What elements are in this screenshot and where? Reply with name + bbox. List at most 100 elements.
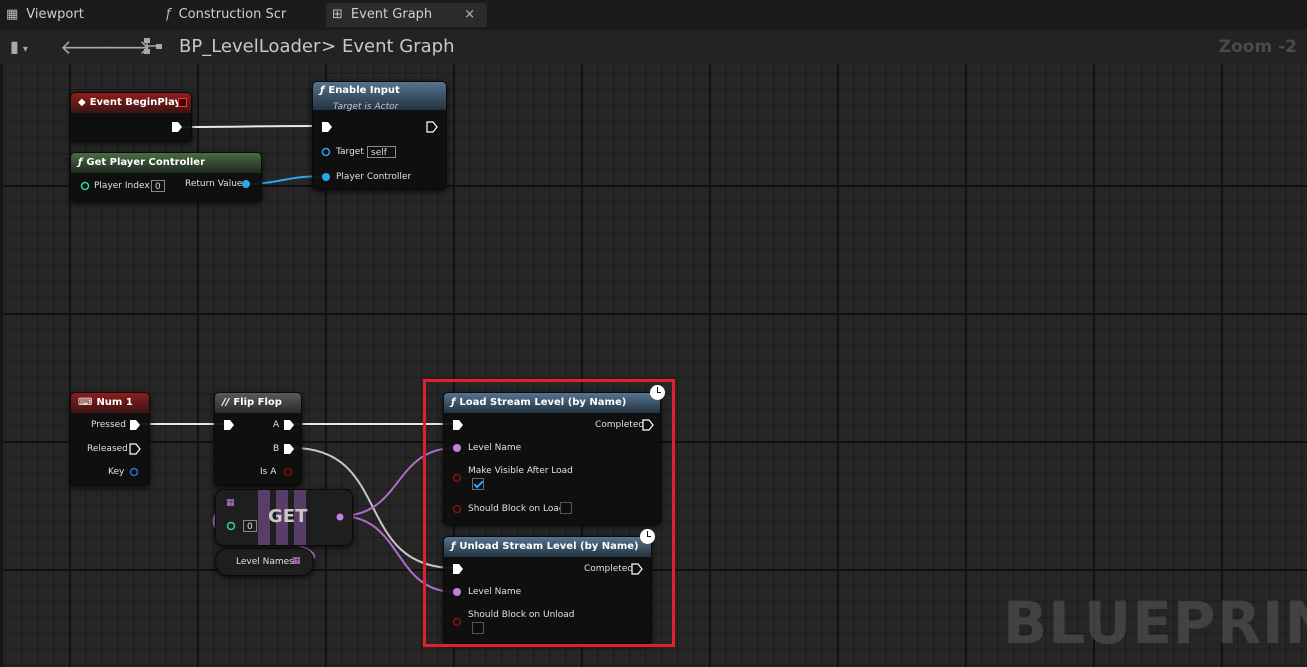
index-field[interactable]: 0 — [243, 520, 257, 532]
player-index-field[interactable]: 0 — [151, 180, 165, 192]
array-get-node[interactable]: GET ▦ 0 — [215, 489, 353, 546]
should-block-label: Should Block on Unload — [468, 610, 575, 620]
graph-icon: ⊞ — [332, 7, 343, 22]
should-block-label: Should Block on Load — [468, 504, 565, 514]
exec-wire-beginplay-enableinput — [182, 125, 314, 128]
exec-in-pin[interactable] — [452, 563, 464, 575]
should-block-checkbox[interactable] — [560, 502, 572, 514]
int-index-pin[interactable] — [226, 521, 236, 531]
name-level-pin[interactable] — [452, 443, 462, 453]
breadcrumb-separator: > — [321, 36, 337, 57]
node-title: Flip Flop — [233, 397, 282, 408]
array-out-icon[interactable]: ▦ — [292, 556, 301, 566]
should-block-checkbox[interactable] — [472, 622, 484, 634]
unload-stream-level-node[interactable]: ƒ Unload Stream Level (by Name) Completed… — [443, 536, 652, 644]
a-label: A — [273, 420, 280, 430]
latent-clock-icon — [640, 529, 655, 544]
num1-key-node[interactable]: ⌨ Num 1 Pressed Released Key — [70, 392, 150, 486]
exec-a-pin[interactable] — [283, 419, 295, 431]
tab-label: Viewport — [26, 7, 84, 22]
tab-event-graph[interactable]: ⊞ Event Graph × — [326, 3, 487, 27]
node-title: GET — [268, 506, 308, 527]
bookmark-dropdown-icon[interactable]: ▮ ▾ — [10, 36, 28, 58]
b-label: B — [273, 444, 280, 454]
flip-flop-node[interactable]: //Flip Flop A B Is A — [214, 392, 302, 486]
node-title: Enable Input — [328, 85, 400, 96]
node-title: Num 1 — [96, 397, 133, 408]
level-name-label: Level Name — [468, 443, 522, 453]
target-label: Target — [336, 147, 364, 157]
object-target-pin[interactable] — [321, 147, 331, 157]
name-out-pin[interactable] — [335, 512, 345, 522]
object-controller-pin[interactable] — [321, 172, 331, 182]
name-level-pin[interactable] — [452, 587, 462, 597]
is-a-label: Is A — [260, 467, 277, 477]
object-out-pin[interactable] — [241, 179, 251, 189]
node-title: Get Player Controller — [86, 157, 206, 168]
enable-input-node[interactable]: ƒ Enable Input Target is Actor Target sel… — [312, 81, 447, 190]
name-wire-get-load — [339, 447, 456, 517]
hierarchy-icon — [142, 36, 164, 58]
get-player-controller-node[interactable]: ƒ Get Player Controller Player Index 0 Re… — [70, 152, 262, 202]
completed-label: Completed — [595, 420, 645, 430]
tab-construction-script[interactable]: ƒ Construction Scr — [166, 3, 306, 27]
close-icon[interactable]: × — [464, 3, 475, 27]
load-stream-level-node[interactable]: ƒ Load Stream Level (by Name) Completed L… — [443, 392, 661, 525]
target-field[interactable]: self — [367, 146, 396, 158]
player-controller-label: Player Controller — [336, 172, 412, 182]
breadcrumb-blueprint[interactable]: BP_LevelLoader — [179, 36, 320, 58]
bool-visible-pin[interactable] — [452, 473, 462, 483]
exec-completed-pin[interactable] — [642, 419, 654, 431]
node-header: ƒ Load Stream Level (by Name) — [444, 393, 660, 413]
function-icon: ƒ — [78, 157, 83, 168]
exec-released-pin[interactable] — [129, 443, 141, 455]
function-icon: ƒ — [320, 85, 325, 96]
exec-pressed-pin[interactable] — [129, 419, 141, 431]
bool-is-a-pin[interactable] — [283, 467, 293, 477]
exec-b-pin[interactable] — [283, 443, 295, 455]
make-visible-checkbox[interactable] — [472, 478, 484, 490]
return-value-label: Return Value — [185, 179, 243, 189]
graph-toolbar: ▮ ▾ 🡐 🡒 BP_LevelLoader > Event Graph Zoom… — [0, 30, 1307, 64]
grid-icon: ▦ — [6, 7, 19, 22]
node-header: ⌨ Num 1 — [71, 393, 149, 413]
node-title: Unload Stream Level (by Name) — [459, 541, 639, 552]
level-names-variable-node[interactable]: Level Names ▦ — [215, 548, 314, 576]
delegate-pin-icon[interactable] — [178, 98, 187, 107]
function-icon: ƒ — [451, 541, 456, 552]
node-title: Event BeginPlay — [89, 97, 182, 108]
completed-label: Completed — [584, 564, 634, 574]
tab-label: Construction Scr — [178, 7, 287, 22]
event-graph-canvas[interactable]: ◆ Event BeginPlay ƒ Get Player Controller … — [3, 64, 1307, 667]
pressed-label: Pressed — [91, 420, 126, 430]
exec-out-pin[interactable] — [426, 121, 438, 133]
breadcrumb-graph[interactable]: Event Graph — [342, 36, 455, 58]
exec-in-pin[interactable] — [321, 121, 333, 133]
bool-block-pin[interactable] — [452, 617, 462, 627]
node-header: ◆ Event BeginPlay — [71, 93, 191, 113]
macro-icon: // — [222, 397, 230, 408]
function-icon: ƒ — [166, 7, 171, 22]
array-in-icon[interactable]: ▦ — [226, 498, 235, 508]
exec-in-pin[interactable] — [223, 419, 235, 431]
event-beginplay-node[interactable]: ◆ Event BeginPlay — [70, 92, 192, 142]
struct-key-pin[interactable] — [129, 467, 139, 477]
name-wire-get-unload — [339, 515, 456, 593]
node-header: ƒ Enable Input Target is Actor — [313, 82, 446, 112]
keyboard-icon: ⌨ — [78, 397, 93, 408]
exec-out-pin[interactable] — [171, 121, 183, 133]
event-diamond-icon: ◆ — [78, 97, 86, 108]
bool-block-pin[interactable] — [452, 504, 462, 514]
level-name-label: Level Name — [468, 587, 522, 597]
node-header: ƒ Unload Stream Level (by Name) — [444, 537, 651, 557]
node-header: ƒ Get Player Controller — [71, 153, 261, 173]
blueprint-watermark: BLUEPRINT — [1003, 589, 1307, 657]
int-pin[interactable] — [80, 181, 90, 191]
exec-in-pin[interactable] — [452, 419, 464, 431]
exec-completed-pin[interactable] — [631, 563, 643, 575]
node-header: //Flip Flop — [215, 393, 301, 413]
tab-viewport[interactable]: ▦ Viewport — [6, 3, 84, 27]
tab-bar: ▦ Viewport ƒ Construction Scr ⊞ Event Graph… — [0, 0, 1307, 30]
node-subtitle: Target is Actor — [333, 102, 399, 112]
latent-clock-icon — [650, 385, 665, 400]
